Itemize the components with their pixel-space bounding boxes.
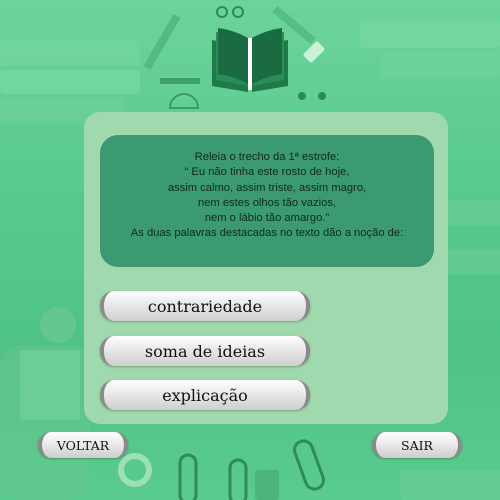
answer-option-button[interactable]: contrariedade — [100, 291, 310, 321]
question-line: Releia o trecho da 1ª estrofe: — [194, 151, 340, 163]
question-line: assim calmo, assim triste, assim magro, — [167, 181, 367, 194]
exit-button[interactable]: SAIR — [372, 432, 462, 458]
answer-option-button[interactable]: explicação — [100, 380, 310, 410]
question-line: “ Eu não tinha este rosto de hoje, — [184, 166, 350, 179]
question-line: nem estes olhos tão vazios, — [197, 196, 337, 209]
answer-option-button[interactable]: soma de ideias — [100, 336, 310, 366]
question-line: nem o lábio tão amargo.” — [204, 212, 330, 225]
question-prompt: As duas palavras destacadas no texto dão… — [130, 227, 404, 240]
open-book-icon — [208, 28, 292, 94]
question-text-box: Releia o trecho da 1ª estrofe: “ Eu não … — [100, 135, 434, 267]
back-button[interactable]: VOLTAR — [38, 432, 128, 458]
